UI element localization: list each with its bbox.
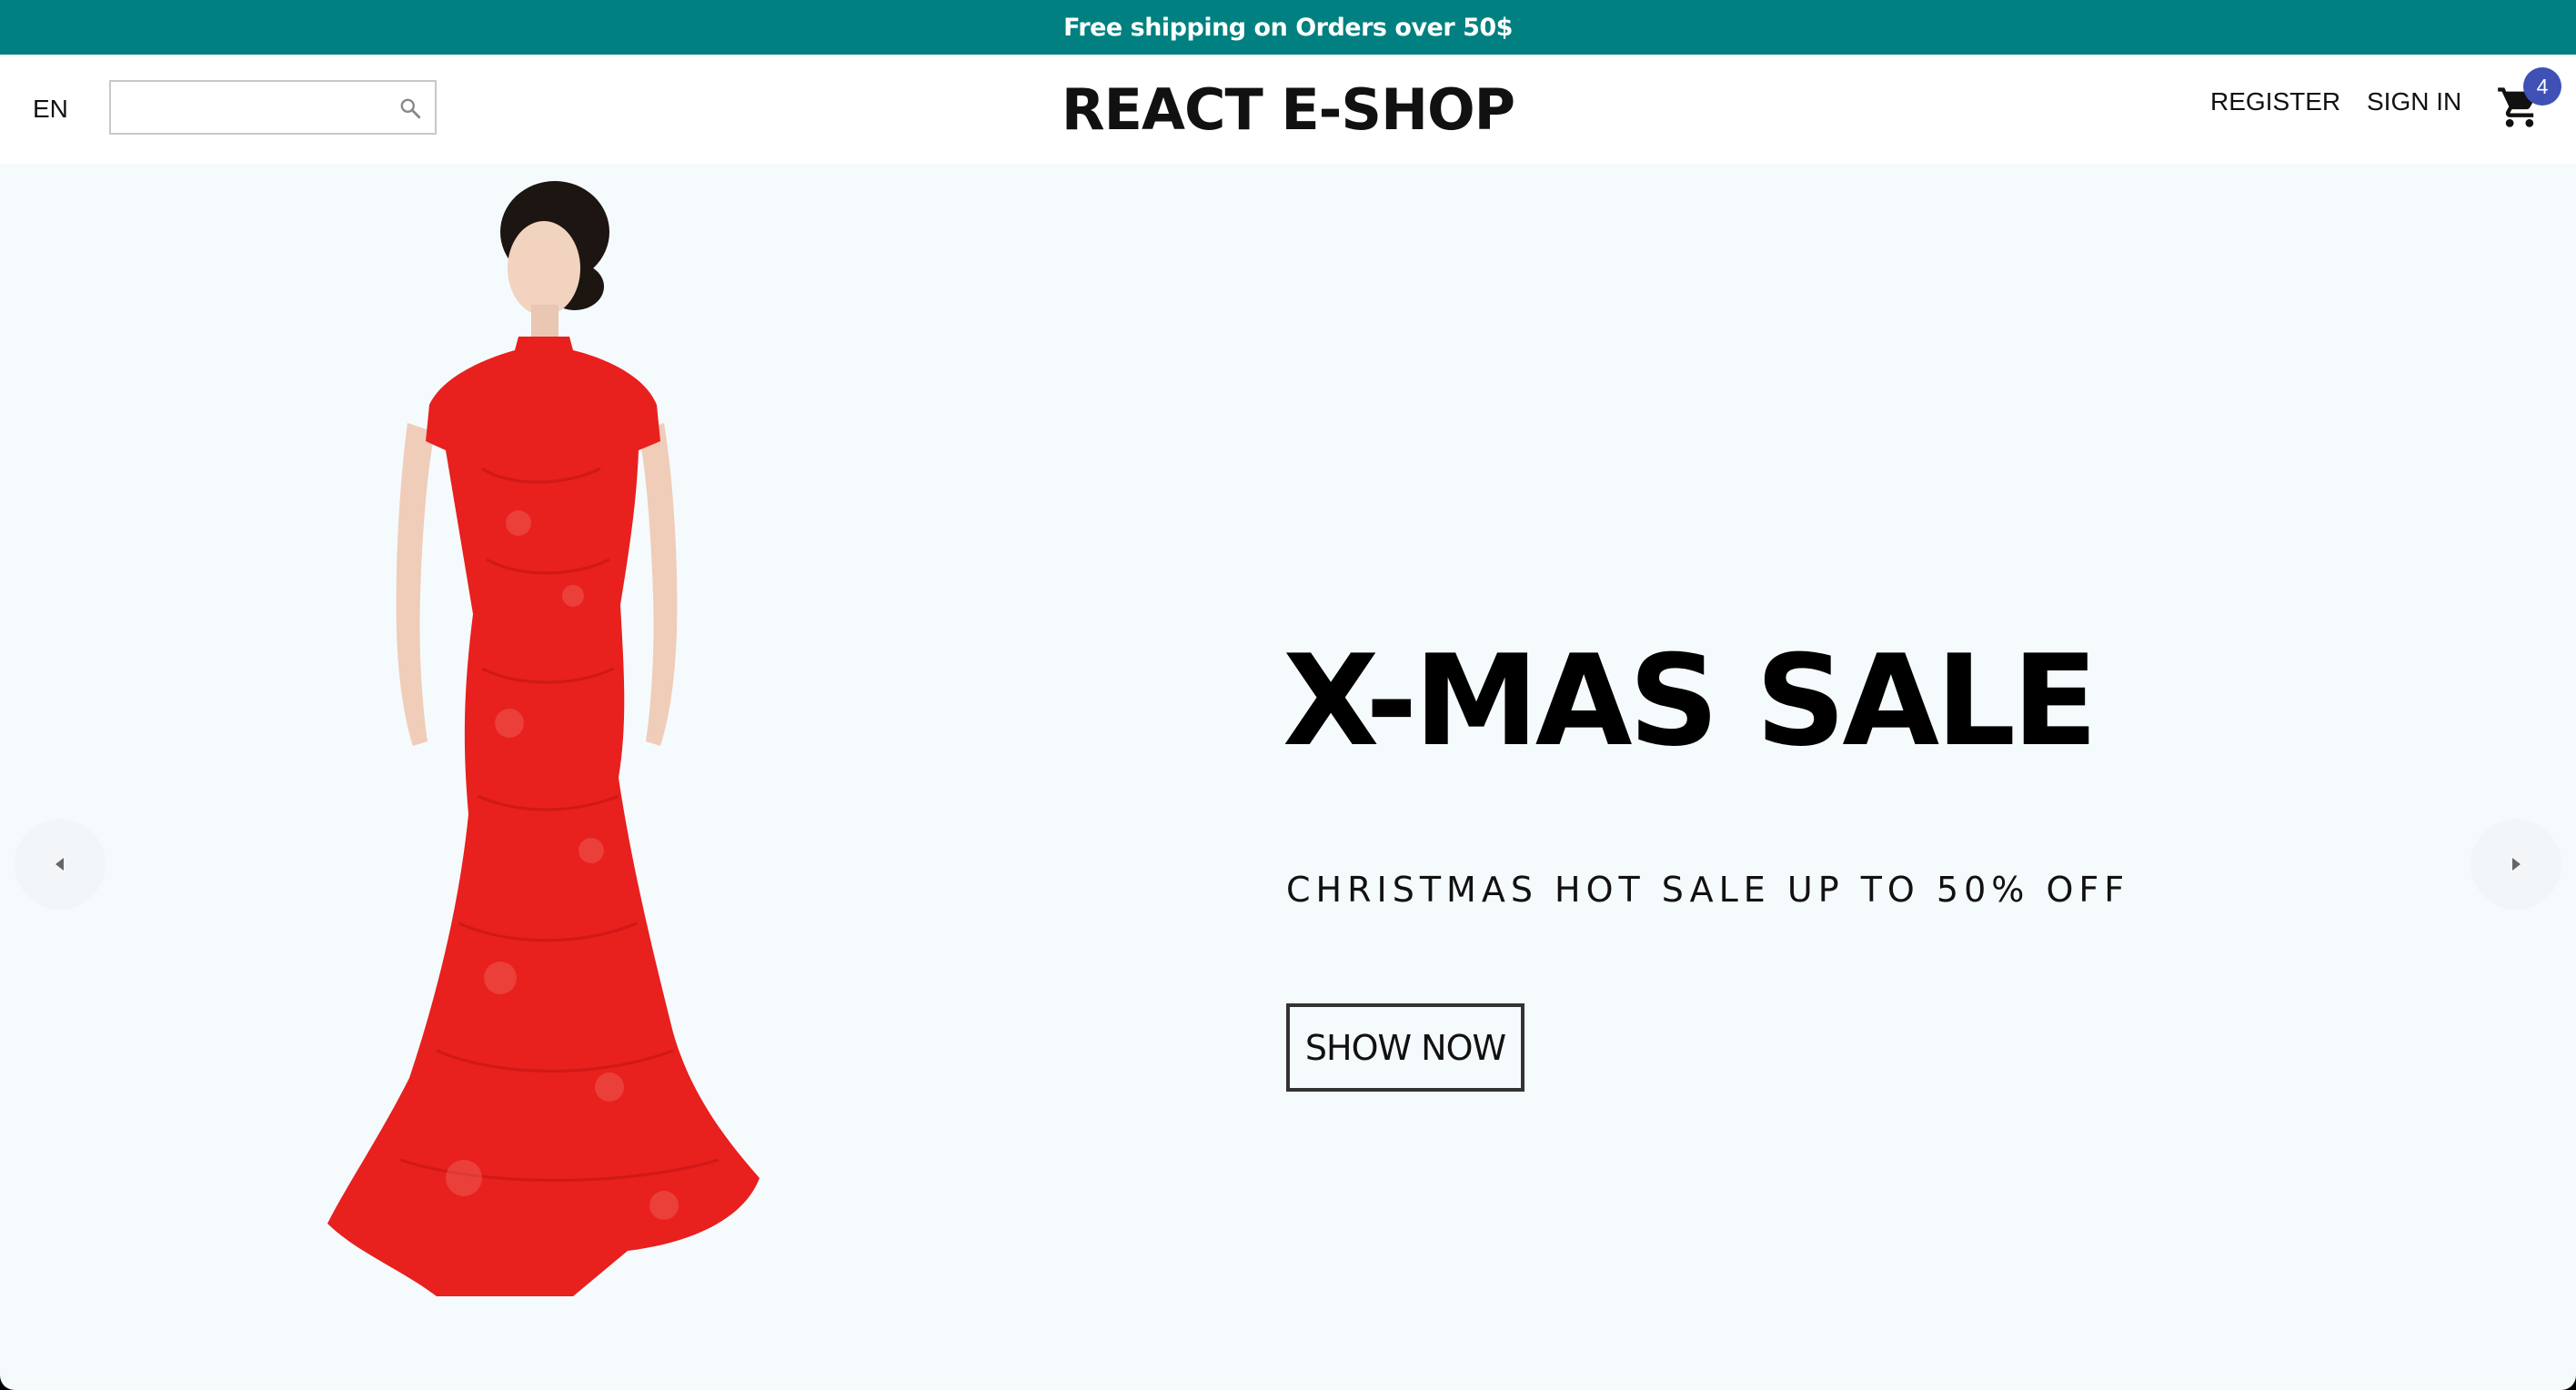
site-logo[interactable]: REACT E-SHOP	[1062, 76, 1515, 143]
announcement-bar: Free shipping on Orders over 50$	[0, 0, 2576, 55]
show-now-button[interactable]: SHOW NOW	[1286, 1003, 1524, 1092]
signin-link[interactable]: SIGN IN	[2367, 55, 2461, 149]
page: Free shipping on Orders over 50$ EN REAC…	[0, 0, 2576, 1390]
arrow-right-icon	[2512, 858, 2521, 871]
search-container	[109, 80, 437, 135]
cart-count-badge: 4	[2523, 67, 2561, 106]
announcement-text: Free shipping on Orders over 50$	[1063, 13, 1513, 42]
language-selector[interactable]: EN	[33, 55, 68, 164]
slider-prev-button[interactable]	[15, 819, 106, 910]
arrow-left-icon	[55, 858, 64, 871]
slide-title: X-MAS SALE	[1283, 628, 2098, 774]
red-dress-model-image	[327, 181, 760, 1296]
slide-description: CHRISTMAS HOT SALE UP TO 50% OFF	[1286, 870, 2130, 910]
slider-next-button[interactable]	[2470, 819, 2561, 910]
navbar: EN REACT E-SHOP REGISTER SIGN IN 4	[0, 55, 2576, 164]
search-input[interactable]	[116, 87, 389, 127]
search-icon[interactable]	[398, 96, 422, 120]
register-link[interactable]: REGISTER	[2210, 55, 2340, 149]
